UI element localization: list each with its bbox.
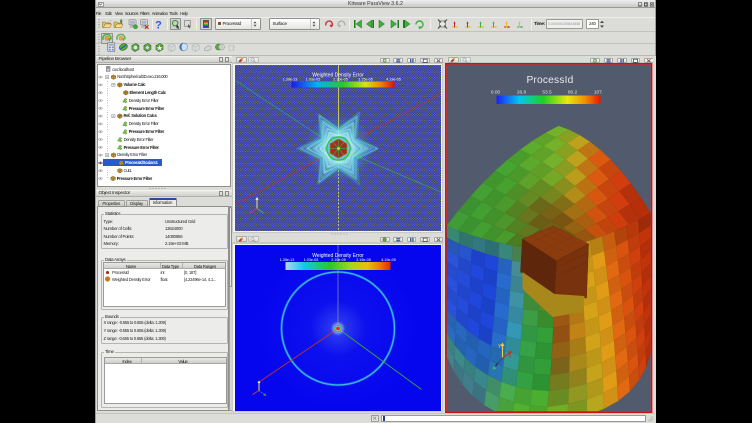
svg-text:?: ? [155, 20, 162, 32]
